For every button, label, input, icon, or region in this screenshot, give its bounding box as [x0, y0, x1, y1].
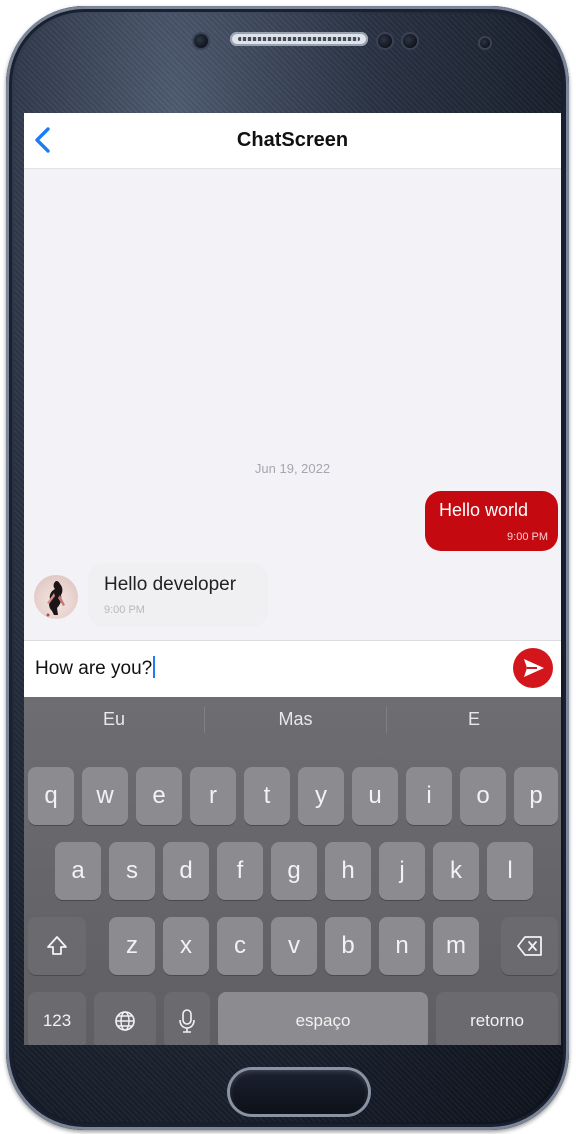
key-x[interactable]: x	[163, 917, 209, 975]
key-z[interactable]: z	[109, 917, 155, 975]
message-time: 9:00 PM	[507, 531, 548, 543]
backspace-key[interactable]	[501, 917, 558, 975]
message-text: Hello developer	[104, 574, 237, 595]
sensor-icon	[378, 34, 392, 48]
suggestion-item[interactable]: E	[387, 697, 561, 741]
key-w[interactable]: w	[82, 767, 128, 825]
avatar[interactable]	[34, 575, 78, 619]
message-composer: How are you?	[24, 640, 561, 698]
return-key[interactable]: retorno	[436, 992, 558, 1045]
backspace-icon	[516, 936, 542, 956]
key-r[interactable]: r	[190, 767, 236, 825]
sensor-icon	[480, 38, 490, 48]
on-screen-keyboard: Eu Mas E q w e r t y u i o p a s d f g h…	[24, 697, 561, 1045]
microphone-icon	[179, 1009, 195, 1033]
key-b[interactable]: b	[325, 917, 371, 975]
send-button[interactable]	[513, 648, 553, 688]
key-v[interactable]: v	[271, 917, 317, 975]
home-button[interactable]	[230, 1070, 368, 1114]
navigation-bar: ChatScreen	[24, 113, 561, 169]
key-i[interactable]: i	[406, 767, 452, 825]
key-h[interactable]: h	[325, 842, 371, 900]
front-camera-icon	[194, 34, 208, 48]
globe-icon	[115, 1011, 135, 1031]
page-title: ChatScreen	[236, 129, 349, 151]
text-caret	[153, 656, 156, 678]
space-key[interactable]: espaço	[218, 992, 428, 1045]
message-text: Hello world	[439, 500, 529, 520]
key-a[interactable]: a	[55, 842, 101, 900]
suggestion-item[interactable]: Eu	[24, 697, 204, 741]
send-icon	[524, 659, 544, 677]
message-input[interactable]: How are you?	[35, 656, 156, 680]
key-j[interactable]: j	[379, 842, 425, 900]
date-separator: Jun 19, 2022	[254, 461, 331, 476]
key-l[interactable]: l	[487, 842, 533, 900]
earpiece-speaker	[230, 32, 368, 46]
key-u[interactable]: u	[352, 767, 398, 825]
key-s[interactable]: s	[109, 842, 155, 900]
key-k[interactable]: k	[433, 842, 479, 900]
outgoing-message-bubble[interactable]: Hello world 9:00 PM	[425, 491, 558, 551]
key-g[interactable]: g	[271, 842, 317, 900]
globe-key[interactable]	[94, 992, 156, 1045]
key-m[interactable]: m	[433, 917, 479, 975]
key-c[interactable]: c	[217, 917, 263, 975]
suggestion-item[interactable]: Mas	[205, 697, 386, 741]
key-y[interactable]: y	[298, 767, 344, 825]
key-p[interactable]: p	[514, 767, 558, 825]
message-time: 9:00 PM	[104, 604, 145, 616]
incoming-message-bubble[interactable]: Hello developer 9:00 PM	[88, 563, 268, 627]
key-d[interactable]: d	[163, 842, 209, 900]
key-q[interactable]: q	[28, 767, 74, 825]
key-n[interactable]: n	[379, 917, 425, 975]
numbers-key[interactable]: 123	[28, 992, 86, 1045]
microphone-key[interactable]	[164, 992, 210, 1045]
app-screen: ChatScreen Jun 19, 2022 Hello world 9:00…	[24, 113, 561, 1045]
shift-icon	[47, 936, 67, 955]
key-t[interactable]: t	[244, 767, 290, 825]
sensor-icon	[403, 34, 417, 48]
key-f[interactable]: f	[217, 842, 263, 900]
key-o[interactable]: o	[460, 767, 506, 825]
shift-key[interactable]	[28, 917, 86, 975]
key-e[interactable]: e	[136, 767, 182, 825]
